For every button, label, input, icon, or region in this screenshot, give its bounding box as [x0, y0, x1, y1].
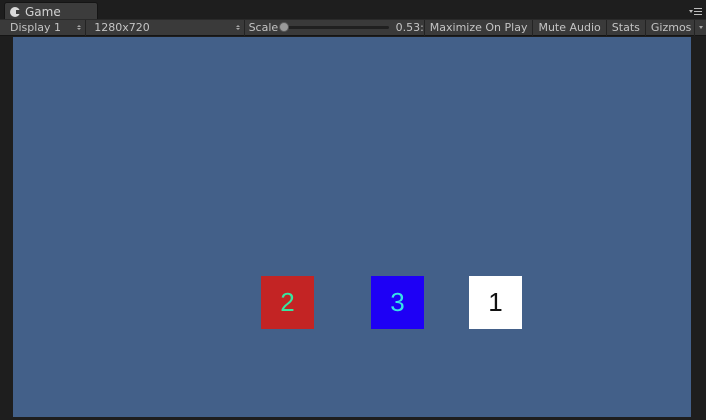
display-dropdown[interactable]: Display 1: [0, 19, 87, 36]
updown-arrows-icon: [235, 25, 240, 30]
square-1: 1: [469, 276, 522, 329]
square-label: 2: [280, 287, 295, 317]
scale-value: 0.53:: [395, 21, 424, 34]
display-dropdown-label: Display 1: [10, 21, 62, 34]
resolution-dropdown-label: 1280x720: [94, 21, 150, 34]
pacman-icon: [10, 6, 21, 17]
tab-menu-icon[interactable]: [688, 6, 702, 16]
scale-label: Scale: [248, 21, 279, 34]
updown-arrows-icon: [77, 25, 82, 30]
square-2: 2: [261, 276, 314, 329]
maximize-on-play-toggle[interactable]: Maximize On Play: [425, 19, 534, 36]
gizmos-toggle[interactable]: Gizmos: [646, 19, 696, 36]
scale-control: Scale 0.53:: [245, 19, 425, 36]
game-window: Game Display 1 1280x720 Scale 0.53: Maxi…: [0, 0, 706, 420]
scale-slider-thumb[interactable]: [278, 22, 289, 32]
tab-title: Game: [25, 4, 61, 19]
resolution-dropdown[interactable]: 1280x720: [86, 19, 245, 36]
tab-strip: Game: [0, 0, 706, 20]
square-label: 3: [390, 287, 405, 317]
square-label: 1: [488, 287, 503, 317]
game-viewport[interactable]: 2 3 1: [13, 37, 691, 417]
mute-audio-toggle[interactable]: Mute Audio: [533, 19, 607, 36]
game-toolbar: Display 1 1280x720 Scale 0.53: Maximize …: [0, 19, 706, 36]
scale-slider[interactable]: [278, 22, 389, 32]
square-3: 3: [371, 276, 424, 329]
stats-toggle[interactable]: Stats: [607, 19, 646, 36]
tab-game[interactable]: Game: [4, 2, 98, 20]
gizmos-dropdown-icon[interactable]: [695, 20, 706, 36]
